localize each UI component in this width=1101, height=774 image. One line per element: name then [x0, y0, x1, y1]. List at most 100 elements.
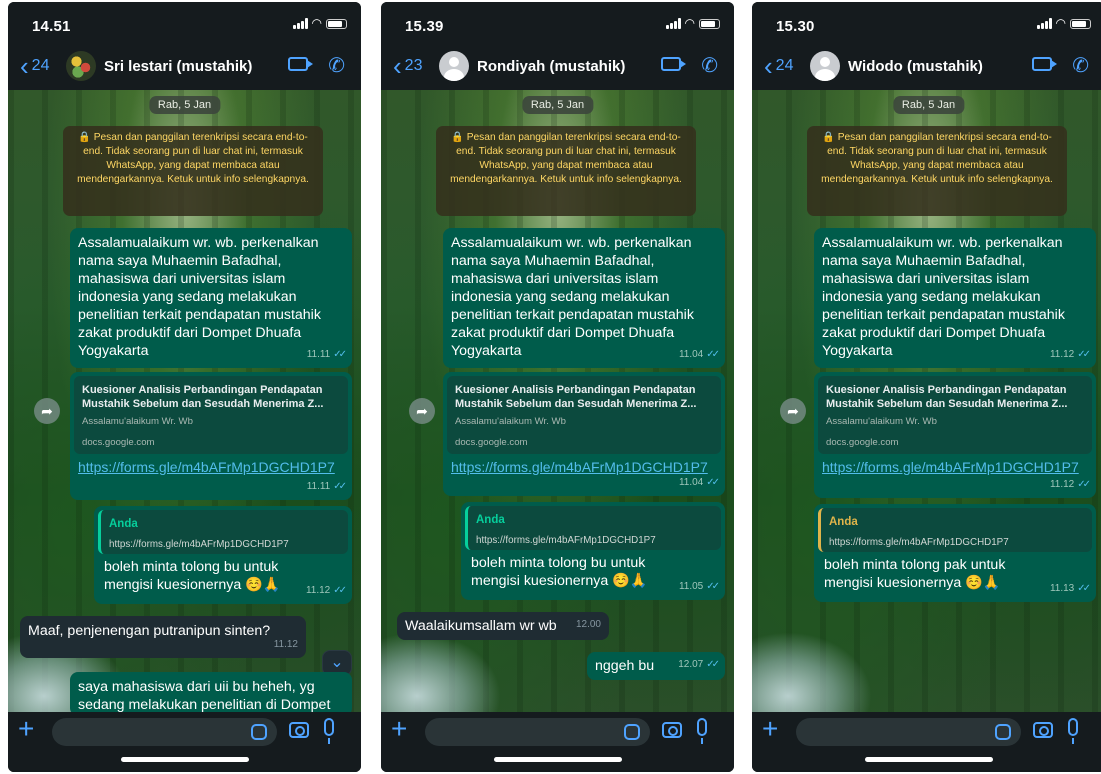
outgoing-message[interactable]: Assalamualaikum wr. wb. perkenalkan nama…	[70, 228, 352, 368]
chat-header: ‹ 24 Widodo (mustahik) ✆	[752, 42, 1101, 90]
plus-icon[interactable]: +	[762, 715, 778, 743]
link-url[interactable]: https://forms.gle/m4bAFrMp1DGCHD1P7	[451, 458, 708, 476]
battery-icon	[326, 18, 347, 29]
avatar[interactable]	[439, 51, 469, 81]
input-bar: +	[381, 712, 734, 772]
outgoing-message[interactable]: saya mahasiswa dari uii bu heheh, yg sed…	[70, 672, 352, 716]
microphone-icon[interactable]	[697, 718, 707, 744]
quoted-message[interactable]: Anda https://forms.gle/m4bAFrMp1DGCHD1P7	[98, 510, 348, 554]
link-domain: docs.google.com	[455, 437, 528, 448]
outgoing-message[interactable]: Assalamualaikum wr. wb. perkenalkan nama…	[814, 228, 1096, 368]
phone-call-icon[interactable]: ✆	[701, 56, 718, 76]
message-text: Waalaikumsallam wr wb	[405, 618, 557, 634]
quoted-author: Anda	[829, 516, 858, 528]
battery-icon	[699, 18, 720, 29]
link-domain: docs.google.com	[826, 437, 899, 448]
message-text: Assalamualaikum wr. wb. perkenalkan nama…	[78, 235, 321, 359]
message-input[interactable]	[52, 718, 277, 746]
message-time: 11.04	[678, 349, 704, 360]
chevron-left-icon: ‹	[20, 51, 29, 81]
signal-icon	[665, 18, 681, 29]
status-time: 15.39	[405, 18, 444, 35]
read-ticks-icon: ✓✓	[333, 481, 347, 492]
plus-icon[interactable]: +	[391, 715, 407, 743]
back-button[interactable]: ‹ 24	[752, 53, 810, 79]
encryption-notice[interactable]: 🔒 Pesan dan panggilan terenkripsi secara…	[807, 126, 1067, 216]
link-description: Assalamu'alaikum Wr. Wb	[826, 416, 937, 427]
message-time: 12.07	[678, 659, 704, 670]
phone-call-icon[interactable]: ✆	[328, 56, 345, 76]
message-time: 11.05	[678, 581, 704, 592]
message-text: boleh minta tolong pak untuk mengisi kue…	[824, 557, 1006, 591]
read-ticks-icon: ✓✓	[333, 585, 347, 596]
reply-message[interactable]: Anda https://forms.gle/m4bAFrMp1DGCHD1P7…	[461, 502, 725, 600]
link-message[interactable]: Kuesioner Analisis Perbandingan Pendapat…	[70, 372, 352, 500]
message-time: 11.11	[306, 349, 331, 360]
link-url[interactable]: https://forms.gle/m4bAFrMp1DGCHD1P7	[822, 458, 1079, 476]
signal-icon	[292, 18, 308, 29]
read-ticks-icon: ✓✓	[706, 477, 720, 488]
home-indicator[interactable]	[864, 757, 993, 762]
quoted-text: https://forms.gle/m4bAFrMp1DGCHD1P7	[829, 537, 1009, 548]
sticker-icon[interactable]	[251, 724, 267, 740]
message-time: 11.11	[306, 481, 331, 492]
contact-name[interactable]: Sri lestari (mustahik)	[104, 58, 288, 75]
forward-icon[interactable]: ➦	[780, 398, 806, 424]
reply-message[interactable]: Anda https://forms.gle/m4bAFrMp1DGCHD1P7…	[814, 504, 1096, 602]
video-call-icon[interactable]	[661, 57, 687, 71]
link-message[interactable]: Kuesioner Analisis Perbandingan Pendapat…	[814, 372, 1096, 498]
sticker-icon[interactable]	[995, 724, 1011, 740]
forward-icon[interactable]: ➦	[409, 398, 435, 424]
read-ticks-icon: ✓✓	[706, 659, 720, 670]
message-time: 11.13	[1049, 583, 1075, 594]
link-url[interactable]: https://forms.gle/m4bAFrMp1DGCHD1P7	[78, 458, 335, 476]
back-button[interactable]: ‹ 24	[8, 51, 66, 81]
encryption-notice[interactable]: 🔒 Pesan dan panggilan terenkripsi secara…	[63, 126, 323, 216]
read-ticks-icon: ✓✓	[1077, 583, 1091, 594]
reply-message[interactable]: Anda https://forms.gle/m4bAFrMp1DGCHD1P7…	[94, 506, 352, 604]
message-time: 11.12	[1049, 479, 1075, 490]
forward-icon[interactable]: ➦	[34, 398, 60, 424]
wifi-icon: ◠	[684, 16, 695, 30]
camera-icon[interactable]	[289, 722, 309, 738]
contact-name[interactable]: Widodo (mustahik)	[848, 58, 1032, 75]
link-preview[interactable]: Kuesioner Analisis Perbandingan Pendapat…	[818, 376, 1092, 454]
video-call-icon[interactable]	[288, 57, 314, 71]
microphone-icon[interactable]	[324, 718, 334, 744]
quoted-text: https://forms.gle/m4bAFrMp1DGCHD1P7	[476, 535, 656, 546]
sticker-icon[interactable]	[624, 724, 640, 740]
plus-icon[interactable]: +	[18, 715, 34, 743]
camera-icon[interactable]	[1033, 722, 1053, 738]
link-message[interactable]: Kuesioner Analisis Perbandingan Pendapat…	[443, 372, 725, 496]
message-input[interactable]	[425, 718, 650, 746]
message-time: 12.00	[575, 619, 601, 630]
phone-screen-2: 15.39 ◠ ‹ 23 Rondiyah (mustahik) ✆ Rab, 5…	[381, 2, 734, 772]
avatar[interactable]	[66, 51, 96, 81]
quoted-message[interactable]: Anda https://forms.gle/m4bAFrMp1DGCHD1P7	[818, 508, 1092, 552]
contact-name[interactable]: Rondiyah (mustahik)	[477, 58, 661, 75]
message-time: 11.12	[1049, 349, 1075, 360]
link-preview[interactable]: Kuesioner Analisis Perbandingan Pendapat…	[74, 376, 348, 454]
read-ticks-icon: ✓✓	[1077, 349, 1091, 360]
outgoing-message[interactable]: nggeh bu 12.07 ✓✓	[587, 652, 725, 680]
link-description: Assalamu'alaikum Wr. Wb	[455, 416, 566, 427]
home-indicator[interactable]	[120, 757, 249, 762]
read-ticks-icon: ✓✓	[333, 349, 347, 360]
incoming-message[interactable]: Waalaikumsallam wr wb 12.00	[397, 612, 609, 640]
camera-icon[interactable]	[662, 722, 682, 738]
message-time: 11.12	[273, 639, 298, 650]
phone-call-icon[interactable]: ✆	[1072, 56, 1089, 76]
back-button[interactable]: ‹ 23	[381, 53, 439, 79]
video-call-icon[interactable]	[1032, 57, 1058, 71]
read-ticks-icon: ✓✓	[1077, 479, 1091, 490]
quoted-message[interactable]: Anda https://forms.gle/m4bAFrMp1DGCHD1P7	[465, 506, 721, 550]
avatar[interactable]	[810, 51, 840, 81]
encryption-notice[interactable]: 🔒 Pesan dan panggilan terenkripsi secara…	[436, 126, 696, 216]
message-input[interactable]	[796, 718, 1021, 746]
microphone-icon[interactable]	[1068, 718, 1078, 744]
outgoing-message[interactable]: Assalamualaikum wr. wb. perkenalkan nama…	[443, 228, 725, 368]
incoming-message[interactable]: Maaf, penjenengan putranipun sinten? 11.…	[20, 616, 306, 658]
home-indicator[interactable]	[493, 757, 622, 762]
battery-icon	[1070, 18, 1091, 29]
link-preview[interactable]: Kuesioner Analisis Perbandingan Pendapat…	[447, 376, 721, 454]
